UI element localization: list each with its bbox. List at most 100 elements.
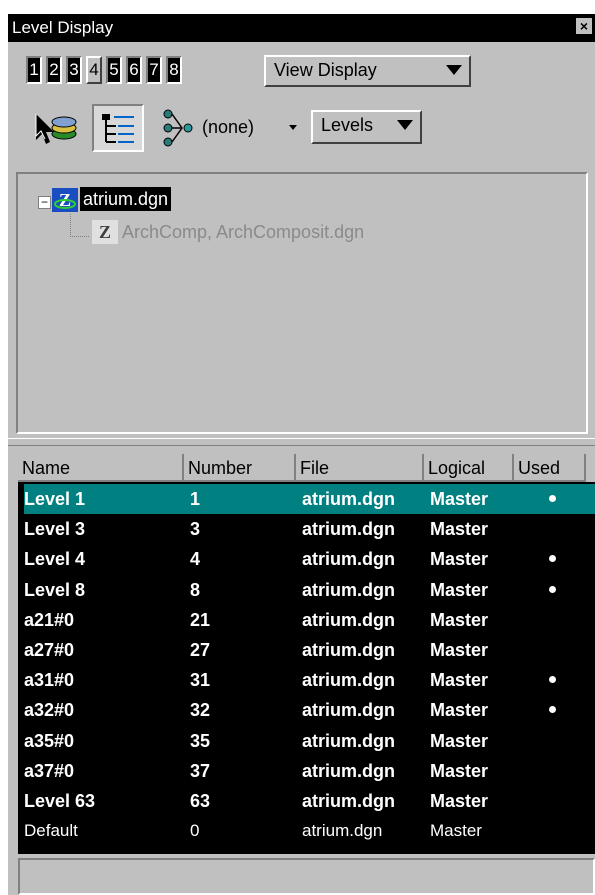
table-row[interactable]: Default 0 atrium.dgn Master <box>24 816 595 846</box>
view-7-button[interactable]: 7 <box>146 56 162 84</box>
table-row[interactable]: a37#0 37 atrium.dgn Master <box>24 756 595 786</box>
view-3-button[interactable]: 3 <box>66 56 82 84</box>
svg-text:Z: Z <box>99 222 111 242</box>
column-header-name[interactable]: Name <box>18 454 184 482</box>
level-display-window: Level Display × 12345678 View Display (n… <box>8 14 595 895</box>
view-4-button[interactable]: 4 <box>86 56 102 84</box>
cell-number: 27 <box>190 640 211 660</box>
cell-logical: Master <box>430 791 489 811</box>
filter-dropdown-arrow-icon[interactable] <box>289 125 297 130</box>
cell-logical: Master <box>430 640 489 660</box>
view-8-button[interactable]: 8 <box>166 56 182 84</box>
used-indicator-icon <box>549 585 556 593</box>
table-row[interactable]: a32#0 32 atrium.dgn Master <box>24 695 595 725</box>
view-5-button[interactable]: 5 <box>106 56 122 84</box>
cell-logical: Master <box>430 760 489 781</box>
cell-number: 3 <box>190 519 201 540</box>
title-bar[interactable]: Level Display × <box>8 14 595 42</box>
cell-number: 8 <box>190 579 201 600</box>
cell-logical: Master <box>430 700 489 721</box>
used-indicator-icon <box>549 555 556 563</box>
cell-name: a21#0 <box>24 609 75 630</box>
cell-logical: Master <box>430 609 489 630</box>
tree-view-button[interactable] <box>92 104 144 152</box>
column-header-logical[interactable]: Logical <box>424 454 514 482</box>
cell-number: 1 <box>190 489 201 509</box>
splitter[interactable] <box>8 438 595 446</box>
cell-file: atrium.dgn <box>302 549 395 570</box>
reference-file-icon: Z <box>92 220 118 244</box>
element-selection-icon <box>35 114 77 144</box>
tree-list-icon <box>102 114 134 143</box>
column-header-file[interactable]: File <box>296 454 424 482</box>
cell-file: atrium.dgn <box>302 700 395 721</box>
view-display-dropdown[interactable]: View Display <box>264 55 471 87</box>
levels-dropdown[interactable]: Levels <box>311 110 422 144</box>
close-icon[interactable]: × <box>576 18 592 34</box>
cell-logical: Master <box>430 519 489 540</box>
cell-number: 37 <box>190 760 211 781</box>
cell-logical: Master <box>430 579 489 600</box>
collapse-icon[interactable]: − <box>38 196 51 209</box>
table-row[interactable]: a35#0 35 atrium.dgn Master <box>24 726 595 756</box>
cell-file: atrium.dgn <box>302 489 395 509</box>
view-1-button[interactable]: 1 <box>26 56 42 84</box>
cell-number: 4 <box>190 549 201 570</box>
view-2-button[interactable]: 2 <box>46 56 62 84</box>
column-header-used[interactable]: Used <box>514 454 586 482</box>
filter-icon <box>163 109 193 147</box>
used-indicator-icon <box>549 706 556 714</box>
chevron-down-icon <box>397 120 413 130</box>
cell-number: 32 <box>190 700 211 721</box>
cell-file: atrium.dgn <box>302 519 395 540</box>
cell-name: a27#0 <box>24 640 75 660</box>
cell-number: 0 <box>190 821 200 841</box>
element-select-button[interactable] <box>32 106 80 148</box>
cell-name: Level 8 <box>24 579 86 600</box>
table-row[interactable]: Level 3 3 atrium.dgn Master <box>24 514 595 544</box>
table-row[interactable]: Level 8 8 atrium.dgn Master <box>24 575 595 605</box>
cell-file: atrium.dgn <box>302 640 395 660</box>
cell-logical: Master <box>430 730 489 751</box>
cell-number: 31 <box>190 670 211 691</box>
file-tree: − Z atrium.dgn Z ArchComp, ArchComposit.… <box>16 172 588 434</box>
status-bar <box>18 858 595 895</box>
cell-name: Level 63 <box>24 791 96 811</box>
table-header: Name Number File Logical Used <box>18 454 595 482</box>
cell-file: atrium.dgn <box>302 821 383 841</box>
view-display-label: View Display <box>274 60 377 80</box>
cell-file: atrium.dgn <box>302 579 395 600</box>
column-header-number[interactable]: Number <box>184 454 296 482</box>
cell-name: a31#0 <box>24 670 75 691</box>
tree-item-root[interactable]: atrium.dgn <box>80 187 172 211</box>
cell-name: a35#0 <box>24 730 75 751</box>
view-6-button[interactable]: 6 <box>126 56 142 84</box>
cell-name: a32#0 <box>24 700 75 721</box>
filter-value: (none) <box>202 117 255 137</box>
table-row[interactable]: Level 1 1 atrium.dgn Master <box>24 484 595 514</box>
cell-file: atrium.dgn <box>302 791 395 811</box>
cell-logical: Master <box>430 489 489 509</box>
window-title: Level Display <box>12 18 114 37</box>
table-row[interactable]: a21#0 21 atrium.dgn Master <box>24 605 595 635</box>
table-row[interactable]: a27#0 27 atrium.dgn Master <box>24 635 595 665</box>
cell-file: atrium.dgn <box>302 609 395 630</box>
used-indicator-icon <box>549 495 556 502</box>
filter-button[interactable]: (none) <box>158 108 318 148</box>
tree-item-reference[interactable]: ArchComp, ArchComposit.dgn <box>122 220 364 244</box>
table-row[interactable]: Level 4 4 atrium.dgn Master <box>24 544 595 574</box>
cell-number: 21 <box>190 609 211 630</box>
cell-number: 63 <box>190 791 211 811</box>
levels-label: Levels <box>321 115 374 135</box>
cell-file: atrium.dgn <box>302 760 395 781</box>
cell-name: Level 1 <box>24 489 86 509</box>
design-file-icon: Z <box>52 188 78 212</box>
tree-connector <box>70 214 89 237</box>
cell-name: Level 3 <box>24 519 86 540</box>
table-row[interactable]: a31#0 31 atrium.dgn Master <box>24 665 595 695</box>
cell-logical: Master <box>430 821 482 841</box>
chevron-down-icon <box>446 65 462 75</box>
cell-name: Level 4 <box>24 549 86 570</box>
cell-logical: Master <box>430 670 489 691</box>
table-row[interactable]: Level 63 63 atrium.dgn Master <box>24 786 595 816</box>
